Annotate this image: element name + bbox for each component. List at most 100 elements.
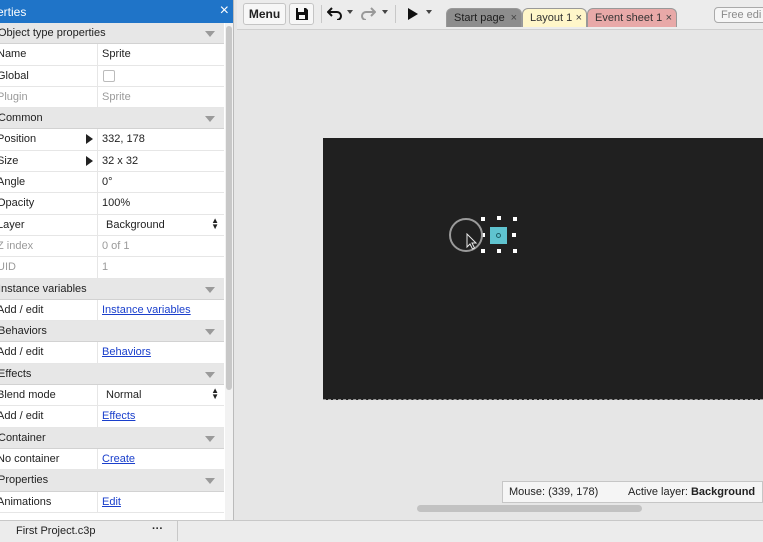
property-select-value[interactable]: Background [106, 219, 165, 231]
property-name: UID [0, 261, 16, 274]
property-row-add-edit[interactable]: Add / edit Effects [0, 406, 224, 428]
layout-canvas[interactable] [323, 138, 763, 400]
section-header-properties[interactable]: Properties [0, 470, 224, 492]
property-link[interactable]: Edit [102, 496, 121, 508]
property-name: Add / edit [0, 303, 44, 316]
collapse-arrow-icon[interactable] [205, 371, 215, 378]
collapse-arrow-icon[interactable] [205, 116, 215, 123]
property-value[interactable]: 100% [102, 197, 130, 209]
mouse-cursor-icon [466, 233, 478, 250]
property-value[interactable]: 332, 178 [102, 133, 145, 145]
redo-dropdown-caret[interactable] [382, 10, 388, 14]
undo-icon[interactable] [327, 6, 343, 20]
expand-triangle-icon[interactable] [86, 155, 93, 166]
section-header-effects[interactable]: Effects [0, 363, 224, 386]
tab-label: Event sheet 1 [595, 12, 663, 24]
tab-close-icon[interactable]: × [666, 9, 672, 27]
property-name: Opacity [0, 197, 35, 210]
property-row-opacity[interactable]: Opacity 100% [0, 193, 224, 215]
property-row-global[interactable]: Global [0, 65, 224, 87]
collapse-arrow-icon[interactable] [205, 478, 215, 485]
section-header-instance-variables[interactable]: Instance variables [0, 278, 224, 300]
collapse-arrow-icon[interactable] [205, 329, 215, 336]
collapse-arrow-icon[interactable] [205, 31, 215, 37]
section-title: Instance variables [0, 282, 87, 295]
column-divider [97, 342, 98, 363]
property-row-add-edit[interactable]: Add / edit Instance variables [0, 299, 224, 322]
column-divider [97, 172, 98, 193]
global-checkbox[interactable] [103, 69, 115, 82]
resize-handle-bottom-right[interactable] [513, 249, 517, 253]
resize-handle-top-left[interactable] [481, 217, 485, 221]
property-row-no-container[interactable]: No container Create [0, 448, 224, 471]
property-row-name[interactable]: Name Sprite [0, 44, 224, 66]
property-row-add-edit[interactable]: Add / edit Behaviors [0, 342, 224, 364]
play-icon[interactable] [407, 8, 419, 20]
status-bar: Mouse: (339, 178) Active layer: Backgrou… [502, 481, 763, 503]
free-edit-button[interactable]: Free edi [714, 7, 763, 23]
tab-event-sheet-1[interactable]: Event sheet 1 × [587, 8, 677, 27]
property-link[interactable]: Effects [102, 410, 135, 422]
tab-close-icon[interactable]: × [511, 9, 517, 27]
property-value[interactable]: Sprite [102, 48, 131, 60]
project-name: First Project.c3p [16, 525, 96, 537]
collapse-arrow-icon[interactable] [205, 286, 215, 293]
property-row-angle[interactable]: Angle 0° [0, 172, 224, 194]
property-row-size[interactable]: Size 32 x 32 [0, 150, 224, 173]
panel-scrollbar-thumb[interactable] [226, 26, 232, 390]
tab-layout-1[interactable]: Layout 1 × [522, 8, 587, 27]
tab-close-icon[interactable]: × [576, 9, 582, 27]
property-row-uid[interactable]: UID 1 [0, 257, 224, 279]
close-icon[interactable]: × [220, 2, 229, 20]
tab-start-page[interactable]: Start page × [446, 8, 522, 27]
property-name: Global [0, 69, 29, 82]
section-header-behaviors[interactable]: Behaviors [0, 321, 224, 343]
property-row-layer[interactable]: Layer Background ▲▼ [0, 214, 224, 236]
more-options-icon[interactable]: ··· [152, 523, 163, 535]
tab-label: Layout 1 [530, 12, 573, 24]
section-header-common[interactable]: Common [0, 108, 224, 130]
resize-handle-bottom[interactable] [497, 249, 501, 253]
property-link[interactable]: Instance variables [102, 304, 191, 316]
property-link[interactable]: Behaviors [102, 346, 151, 358]
properties-panel: erties × Object type properties Name Sprit… [0, 0, 234, 520]
property-name: Z index [0, 239, 34, 252]
property-row-plugin[interactable]: Plugin Sprite [0, 86, 224, 109]
save-button[interactable] [289, 3, 314, 25]
property-link[interactable]: Create [102, 453, 135, 465]
property-row-blend-mode[interactable]: Blend mode Normal ▲ ▼ [0, 385, 224, 407]
sprite-origin-point [496, 233, 501, 238]
property-value: 0 of 1 [102, 239, 130, 252]
horizontal-scrollbar-thumb[interactable] [417, 505, 642, 512]
property-name: Add / edit [0, 346, 44, 359]
section-header-object-type-properties[interactable]: Object type properties [0, 23, 224, 45]
property-value[interactable]: 0° [102, 176, 113, 188]
project-bar-tab[interactable]: First Project.c3p ··· [0, 520, 178, 541]
property-row-position[interactable]: Position 332, 178 [0, 129, 224, 151]
section-header-container[interactable]: Container [0, 427, 224, 449]
resize-handle-top[interactable] [497, 216, 501, 220]
property-name: Animations [0, 495, 52, 508]
property-name: Angle [0, 176, 26, 189]
menu-button[interactable]: Menu [243, 3, 286, 25]
property-row-z-index[interactable]: Z index 0 of 1 [0, 235, 224, 258]
property-row-animations[interactable]: Animations Edit [0, 491, 224, 513]
collapse-arrow-icon[interactable] [205, 435, 215, 442]
property-name: No container [0, 452, 60, 465]
undo-dropdown-caret[interactable] [347, 10, 353, 14]
properties-panel-title: erties [0, 5, 27, 19]
select-arrows-icon[interactable]: ▲ ▼ [211, 216, 219, 230]
main-toolbar: Menu Start page × Layout 1 × Event sheet… [237, 0, 763, 30]
redo-icon[interactable] [360, 6, 376, 20]
select-arrows-icon[interactable]: ▲ ▼ [211, 387, 219, 401]
expand-triangle-icon[interactable] [86, 134, 93, 145]
resize-handle-bottom-left[interactable] [481, 249, 485, 253]
property-name: Add / edit [0, 410, 44, 423]
play-dropdown-caret[interactable] [426, 10, 432, 14]
properties-panel-header: erties × [0, 0, 233, 23]
property-value[interactable]: 32 x 32 [102, 155, 138, 167]
save-icon [296, 8, 308, 20]
property-select-value[interactable]: Normal [106, 389, 141, 401]
resize-handle-top-right[interactable] [513, 217, 517, 221]
resize-handle-right[interactable] [512, 233, 516, 237]
